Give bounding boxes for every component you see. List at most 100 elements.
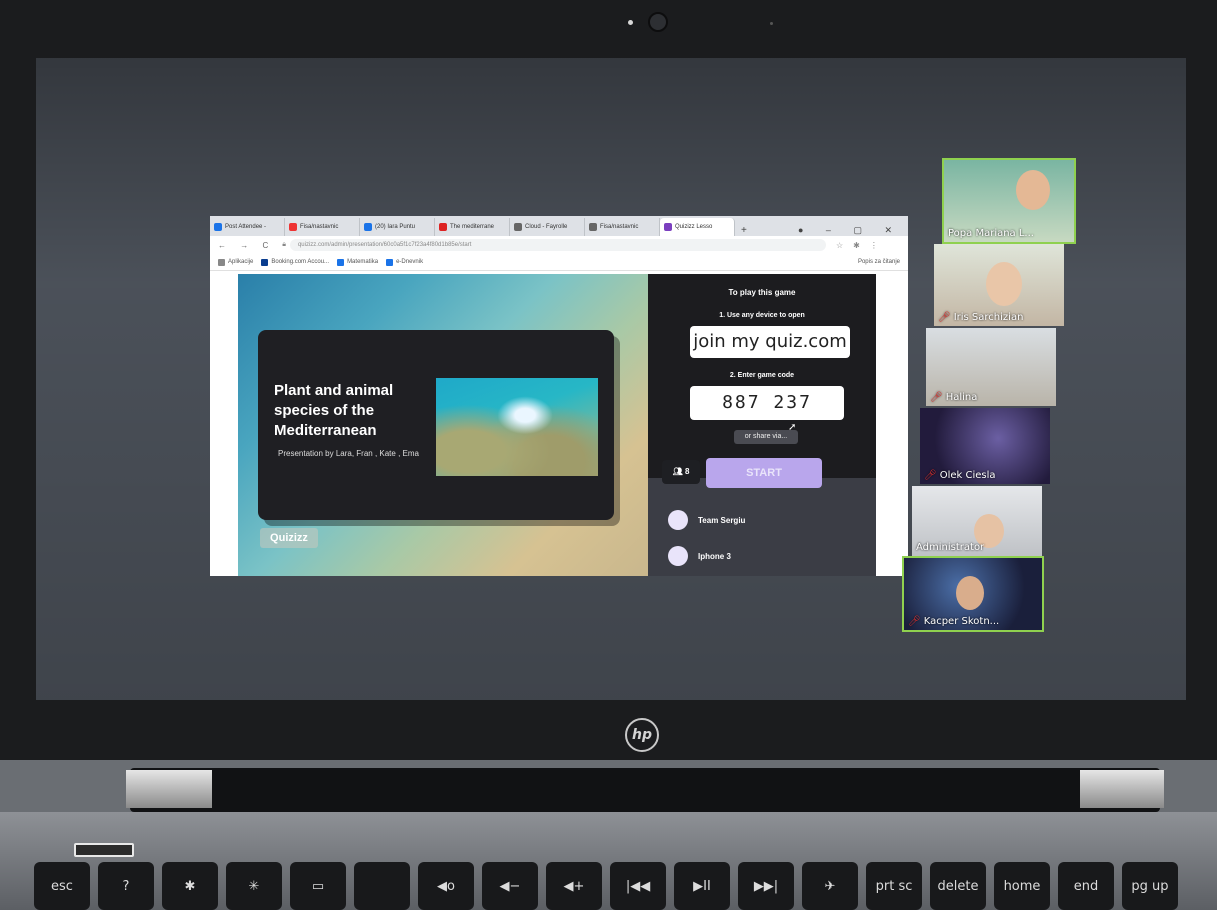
tab-favicon [664,223,672,231]
bookmark-icon [386,258,394,266]
navigation-buttons[interactable]: ← → C [210,241,282,250]
bookmark-apps[interactable]: Aplikacije [218,258,254,266]
browser-tab[interactable]: (20) Iara Puntu [360,218,435,236]
power-indicator [74,843,134,857]
join-url-box[interactable]: join my quiz.com [690,326,850,358]
bookmark-ednevnik[interactable]: e-Dnevnik [386,258,424,266]
key-f3[interactable]: ✳ [226,862,282,910]
participant-video [986,262,1022,306]
participant-label: 🎤︎ Halina [930,392,977,403]
player-item: Team Sergiu [668,510,745,530]
play-heading: To play this game [728,288,796,297]
participant-name: Popa Mariana L... [948,228,1034,239]
share-button[interactable]: or share via... [734,430,798,444]
player-count: 8 [684,467,690,476]
address-bar-row: ← → C 🔒︎ quizizz.com/admin/presentation/… [210,236,908,254]
browser-tab[interactable]: Cloud - Fayrolle [510,218,585,236]
game-code-box[interactable]: 887 237 [690,386,844,420]
lock-icon: 🔒︎ [282,241,286,248]
function-key-row: esc ? ✱ ✳ ▭ ◀o ◀− ◀+ |◀◀ ▶II ▶▶| ✈ prt s… [34,862,1217,910]
participant-tile[interactable]: Popa Mariana L... [942,158,1076,244]
player-name: Iphone 3 [698,551,731,561]
participant-label: 🎤︎ Olek Ciesla [924,470,996,481]
browser-window: Post Attendee - Fisa/nastavnic (20) Iara… [210,216,908,576]
participant-tile[interactable]: 🎤︎ Iris Sarchizian [934,244,1064,326]
participant-label: 🎤︎ Kacper Skotn... [908,616,999,627]
key-end[interactable]: end [1058,862,1114,910]
tab-favicon [364,223,372,231]
url-field[interactable]: quizizz.com/admin/presentation/60c0a5f1c… [289,239,826,251]
bookmarks-bar: Aplikacije Booking.com Accou... Matemati… [210,254,908,271]
browser-tab[interactable]: The mediterrane [435,218,510,236]
mic-muted-icon: 🎤︎ [930,392,943,403]
key-f5[interactable] [354,862,410,910]
player-avatar [668,510,688,530]
tab-label: Post Attendee - [225,224,267,230]
participant-label: 🎤︎ Iris Sarchizian [938,312,1023,323]
participant-name: Olek Ciesla [939,470,996,481]
browser-tab-active[interactable]: Quizizz Lesso [660,218,735,236]
player-name: Team Sergiu [698,515,746,525]
booking-icon [261,258,269,266]
participant-tile[interactable]: 🎤︎ Kacper Skotn... [902,556,1044,632]
browser-tab[interactable]: Fisa/nastavnic [585,218,660,236]
bookmark-label: e-Dnevnik [396,259,424,265]
key-home[interactable]: home [994,862,1050,910]
apps-icon [218,258,225,266]
key-f2[interactable]: ✱ [162,862,218,910]
key-prtsc[interactable]: prt sc [866,862,922,910]
bookmark-booking[interactable]: Booking.com Accou... [261,258,329,266]
browser-tab[interactable]: Fisa/nastavnic [285,218,360,236]
reading-list[interactable]: Popis za čitanje [858,259,900,265]
quizizz-logo: Quizizz [260,528,318,548]
key-f11[interactable]: ▶▶| [738,862,794,910]
tab-favicon [514,223,522,231]
menu-icon[interactable]: ⋮ [870,241,878,250]
mic-muted-icon: 🎤︎ [938,312,951,323]
participant-tile[interactable]: 🎤︎ Olek Ciesla [920,408,1050,484]
key-f6[interactable]: ◀o [418,862,474,910]
bookmark-matematika[interactable]: Matematika [337,258,379,266]
hp-logo: hp [625,718,659,752]
participant-name: Administrator [916,542,985,553]
tab-favicon [289,223,297,231]
bookmark-label: Aplikacije [228,259,254,265]
player-item: Iphone 3 [668,546,731,566]
key-f8[interactable]: ◀+ [546,862,602,910]
key-f4[interactable]: ▭ [290,862,346,910]
tab-label: Fisa/nastavnic [600,224,639,230]
hinge-left [126,770,212,808]
tab-favicon [439,223,447,231]
new-tab-icon[interactable]: + [735,225,753,236]
tab-label: The mediterrane [450,224,495,230]
participant-tile[interactable]: 🎤︎ Halina [926,328,1056,406]
coastline-photo [436,378,598,476]
key-pgup[interactable]: pg up [1122,862,1178,910]
key-f7[interactable]: ◀− [482,862,538,910]
key-esc[interactable]: esc [34,862,90,910]
star-icon[interactable]: ☆ [836,241,843,250]
bookmark-icon [337,258,345,266]
tab-label: Fisa/nastavnic [300,224,339,230]
participant-video [1016,170,1050,210]
participant-tile[interactable]: Administrator [912,486,1042,556]
step-2-label: 2. Enter game code [729,372,795,379]
start-button[interactable]: START [706,458,822,488]
tab-favicon [589,223,597,231]
key-f1[interactable]: ? [98,862,154,910]
bookmark-label: Matematika [347,259,379,265]
webcam [648,12,668,32]
people-icon: 👥︎ [672,467,683,476]
tab-favicon [214,223,222,231]
key-f10[interactable]: ▶II [674,862,730,910]
key-delete[interactable]: delete [930,862,986,910]
participant-name: Kacper Skotn... [923,616,1000,627]
browser-tab[interactable]: Post Attendee - [210,218,285,236]
key-f12[interactable]: ✈ [802,862,858,910]
extensions-icon[interactable]: ✱ [853,241,860,250]
key-f9[interactable]: |◀◀ [610,862,666,910]
mic-muted-icon: 🎤︎ [924,470,937,481]
window-controls[interactable]: ● – ▢ ✕ [798,225,908,236]
tab-strip: Post Attendee - Fisa/nastavnic (20) Iara… [210,216,908,236]
participant-name: Iris Sarchizian [953,312,1024,323]
